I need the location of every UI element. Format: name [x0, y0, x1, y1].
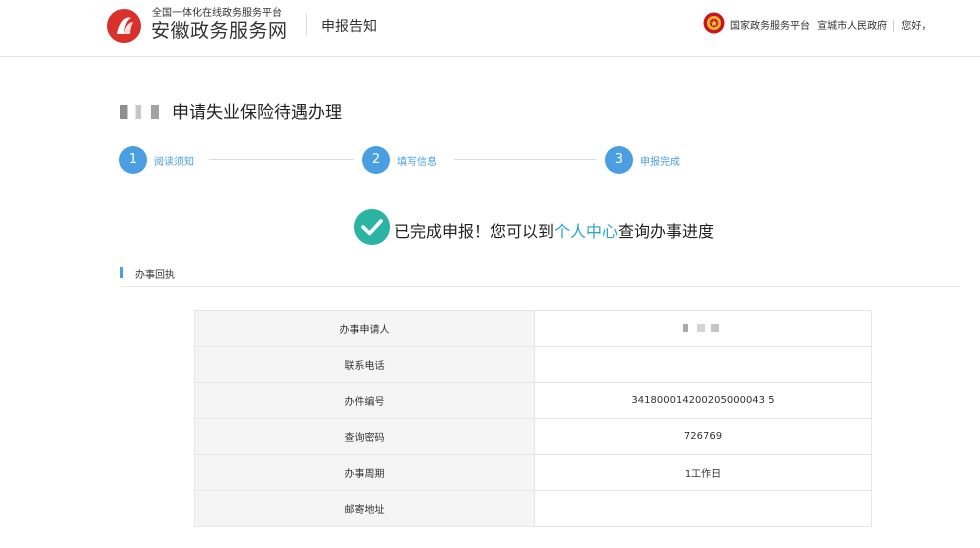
applicant-name-redacted [120, 105, 172, 119]
header-section-title: 申报告知 [321, 19, 377, 35]
page-title: 申请失业保险待遇办理 [120, 98, 342, 123]
step-connector-2 [454, 159, 597, 160]
logo-title[interactable]: 安徽政务服务网 [151, 16, 288, 43]
table-row: 邮寄地址 [194, 490, 872, 527]
row-value-case-number: 341800014200205000043 5 [534, 382, 872, 419]
row-label-case-number: 办件编号 [194, 382, 535, 419]
link-xuancheng-gov[interactable]: 宣城市人民政府 [817, 21, 887, 32]
step-3-label: 申报完成 [640, 157, 680, 168]
check-circle-icon [354, 209, 390, 245]
step-2-circle: 2 [362, 146, 390, 174]
gov-links: 国家政务服务平台 宣城市人民政府 您好， [730, 17, 935, 32]
table-row: 办事申请人 [194, 310, 872, 347]
row-value-processing-period: 1工作日 [534, 454, 872, 491]
receipt-section-header: 办事回执 [120, 266, 960, 287]
header-divider [306, 14, 307, 36]
user-greeting[interactable]: 您好， [901, 21, 931, 32]
table-row: 办件编号 341800014200205000043 5 [194, 382, 872, 419]
success-suffix: 查询办事进度 [618, 222, 715, 241]
site-header: 全国一体化在线政务服务平台 安徽政务服务网 申报告知 国家政务服务平台 宣城市人… [0, 0, 980, 57]
row-value-applicant [534, 310, 872, 347]
step-1-circle: 1 [119, 146, 147, 174]
site-logo-icon[interactable] [106, 8, 142, 44]
receipt-table: 办事申请人 联系电话 办件编号 341800014200205000043 5 … [194, 310, 872, 527]
row-value-query-password: 726769 [534, 418, 872, 455]
table-row: 办事周期 1工作日 [194, 454, 872, 491]
row-label-phone: 联系电话 [194, 346, 535, 383]
row-value-mailing-address [534, 490, 872, 527]
row-value-phone [534, 346, 872, 383]
success-prefix: 已完成申报！您可以到 [394, 222, 555, 241]
section-accent-bar [120, 267, 123, 278]
receipt-section-title: 办事回执 [135, 270, 175, 281]
national-emblem-icon [703, 12, 725, 34]
row-label-applicant: 办事申请人 [194, 310, 535, 347]
applicant-redacted [683, 324, 723, 332]
progress-steps: 1 阅读须知 2 填写信息 3 申报完成 [119, 146, 819, 174]
personal-center-link[interactable]: 个人中心 [554, 222, 618, 241]
success-text: 已完成申报！您可以到个人中心查询办事进度 [394, 218, 714, 242]
step-connector-1 [209, 159, 354, 160]
row-label-mailing-address: 邮寄地址 [194, 490, 535, 527]
gov-links-divider [893, 20, 895, 32]
page-title-text: 申请失业保险待遇办理 [172, 103, 342, 123]
table-row: 查询密码 726769 [194, 418, 872, 455]
step-1-label: 阅读须知 [154, 157, 194, 168]
link-national-platform[interactable]: 国家政务服务平台 [730, 21, 810, 32]
step-3-circle: 3 [605, 146, 633, 174]
row-label-processing-period: 办事周期 [194, 454, 535, 491]
row-label-query-password: 查询密码 [194, 418, 535, 455]
table-row: 联系电话 [194, 346, 872, 383]
step-2-label: 填写信息 [397, 157, 437, 168]
